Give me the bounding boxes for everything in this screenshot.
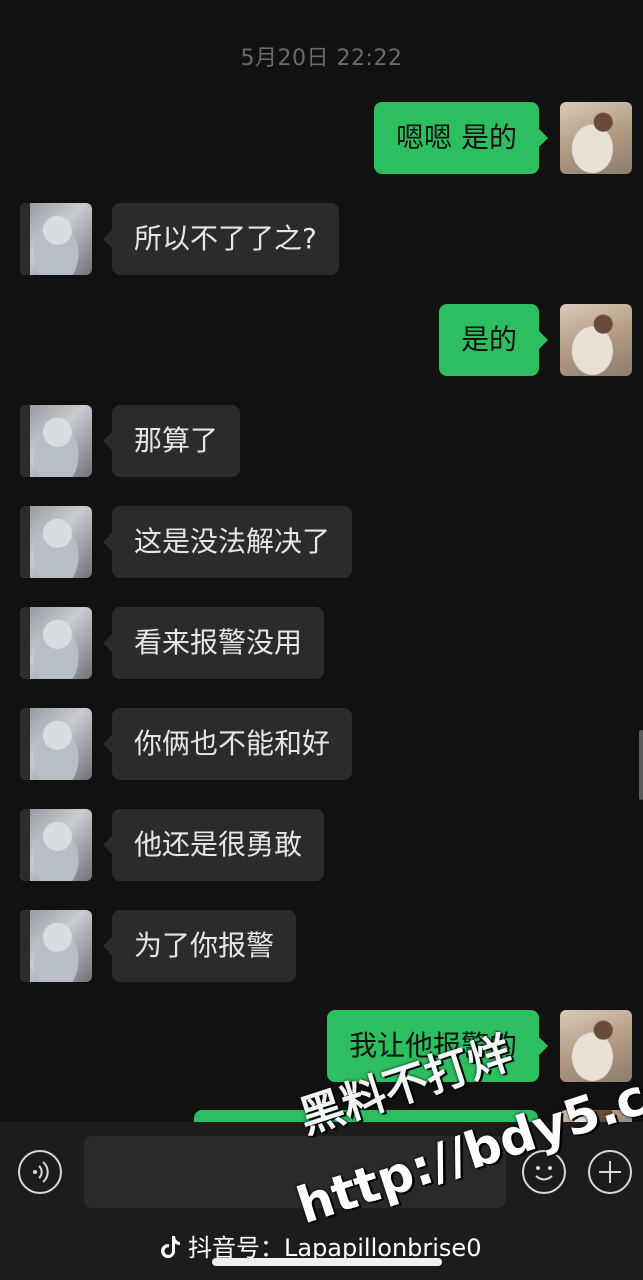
chat-timestamp: 5月20日 22:22 (240, 46, 403, 71)
message-bubble[interactable]: 所以不了了之? (103, 203, 339, 275)
message-bubble[interactable]: 那算了 (102, 405, 241, 477)
self-avatar[interactable] (560, 1010, 632, 1082)
message-bubble[interactable]: 这是没法解决了 (102, 506, 353, 578)
contact-avatar[interactable] (20, 708, 92, 780)
voice-input-icon (33, 1161, 49, 1183)
message-row: 这是没法解决了 (0, 506, 643, 578)
voice-input-button[interactable] (18, 1150, 62, 1194)
message-bubble[interactable]: 为了你报警 (102, 910, 297, 982)
add-more-button[interactable] (588, 1150, 632, 1194)
message-bubble[interactable]: 我让他报警的 (326, 1010, 549, 1082)
message-bubble[interactable]: 是的 (438, 304, 549, 376)
message-row: 是的 (0, 304, 643, 376)
message-row: 为了你报警 (0, 910, 643, 982)
contact-avatar[interactable] (20, 405, 92, 477)
emoji-icon (535, 1166, 553, 1181)
message-bubble[interactable]: 他还是很勇敢 (102, 809, 325, 881)
message-row: 那算了 (0, 405, 643, 477)
message-row: 他还是很勇敢 (0, 809, 643, 881)
self-avatar[interactable] (560, 102, 632, 174)
douyin-logo-icon (161, 1236, 180, 1259)
contact-avatar[interactable] (20, 203, 92, 275)
message-input[interactable] (84, 1136, 506, 1208)
message-row: 你俩也不能和好 (0, 708, 643, 780)
message-bubble[interactable]: 你俩也不能和好 (102, 708, 353, 780)
contact-avatar[interactable] (20, 506, 92, 578)
message-row: 我让他报警的 (0, 1010, 643, 1082)
contact-avatar[interactable] (20, 607, 92, 679)
scroll-indicator[interactable] (639, 730, 643, 800)
contact-avatar[interactable] (20, 809, 92, 881)
message-bubble[interactable]: 嗯嗯 是的 (374, 102, 548, 174)
self-avatar[interactable] (560, 304, 632, 376)
emoji-button[interactable] (522, 1150, 566, 1194)
message-row: 嗯嗯 是的 (0, 102, 643, 174)
message-bubble[interactable]: 看来报警没用 (102, 607, 325, 679)
message-row: 所以不了了之? (0, 203, 643, 275)
contact-avatar[interactable] (20, 910, 92, 982)
message-row: 看来报警没用 (0, 607, 643, 679)
home-indicator[interactable] (212, 1258, 442, 1266)
